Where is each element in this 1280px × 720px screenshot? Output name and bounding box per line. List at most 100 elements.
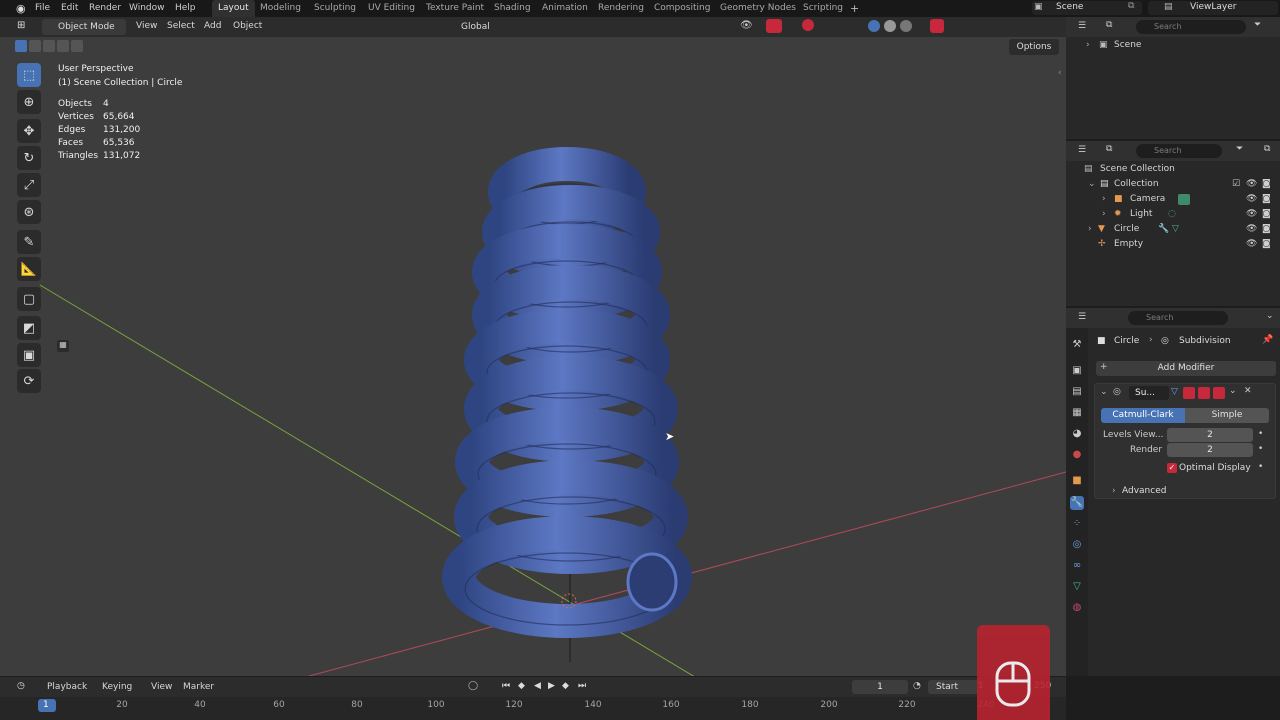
start-frame-field[interactable]: Start	[928, 680, 983, 694]
filter-icon[interactable]: ⏷	[1236, 144, 1243, 154]
prev-keyframe-icon[interactable]: ◆	[518, 681, 525, 691]
collapse-arrow-icon[interactable]: ⌄	[1088, 177, 1096, 192]
inset-tool[interactable]: ▣	[17, 343, 41, 367]
orientation-dropdown[interactable]: Global	[443, 19, 503, 35]
material-tab-icon[interactable]: ◍	[1070, 601, 1084, 615]
menu-render[interactable]: Render	[89, 3, 121, 13]
overlay-toggle-icon[interactable]	[802, 19, 814, 31]
add-modifier-button[interactable]: + Add Modifier	[1096, 361, 1276, 376]
properties-search[interactable]: Search	[1128, 311, 1228, 325]
camera-view-icon[interactable]: ▦	[57, 340, 69, 352]
tab-shading[interactable]: Shading	[488, 0, 537, 17]
menu-object[interactable]: Object	[233, 21, 262, 31]
menu-help[interactable]: Help	[175, 3, 196, 13]
world-tab-icon[interactable]: ●	[1070, 448, 1084, 462]
modifier-tab-icon[interactable]: 🔧	[1070, 496, 1084, 510]
jump-start-icon[interactable]: ⏮	[502, 681, 510, 691]
display-mode-icon[interactable]: ⧉	[1106, 20, 1112, 30]
expand-arrow-icon[interactable]: ›	[1112, 486, 1116, 496]
scene-tab-icon[interactable]: ◕	[1070, 427, 1084, 441]
optimal-display-checkbox[interactable]: ✓	[1167, 463, 1177, 473]
camera-render-icon[interactable]: ◙	[1262, 222, 1271, 237]
tab-compositing[interactable]: Compositing	[648, 0, 716, 17]
view-layer-tab-icon[interactable]: ▦	[1070, 406, 1084, 420]
cursor-tool[interactable]: ⊕	[17, 90, 41, 114]
tab-uv-editing[interactable]: UV Editing	[362, 0, 421, 17]
add-workspace-icon[interactable]: +	[850, 2, 859, 15]
levels-viewport-field[interactable]: 2	[1167, 428, 1253, 442]
select-intersect-icon[interactable]	[71, 40, 83, 52]
tree-row-light[interactable]: › ✹ Light ◌ 👁 ◙	[1066, 207, 1280, 222]
particles-tab-icon[interactable]: ⁘	[1070, 517, 1084, 531]
outliner-small-search[interactable]: Search	[1136, 20, 1246, 34]
filter-icon[interactable]: ⏷	[1254, 20, 1261, 30]
editor-type-icon[interactable]: ⊞	[17, 20, 25, 31]
tree-row-circle[interactable]: › ▼ Circle 🔧 ▽ 👁 ◙	[1066, 222, 1280, 237]
display-mode-icon[interactable]: ⧉	[1106, 144, 1112, 154]
spin-tool[interactable]: ⟳	[17, 369, 41, 393]
expand-arrow-icon[interactable]: ›	[1086, 38, 1090, 53]
menu-marker[interactable]: Marker	[183, 682, 214, 692]
keyframe-dot-icon[interactable]: •	[1258, 444, 1263, 454]
camera-render-icon[interactable]: ◙	[1262, 192, 1271, 207]
menu-view[interactable]: View	[151, 682, 172, 692]
stopwatch-icon[interactable]: ◔	[913, 681, 921, 691]
tab-layout[interactable]: Layout	[212, 0, 255, 17]
eye-icon[interactable]: 👁	[1246, 207, 1257, 222]
tool-tab-icon[interactable]: ⚒	[1070, 338, 1084, 352]
editor-type-icon[interactable]: ☰	[1078, 145, 1086, 155]
menu-edit[interactable]: Edit	[61, 3, 78, 13]
select-box-tool[interactable]: ⬚	[17, 63, 41, 87]
auto-keying-icon[interactable]: ◯	[468, 681, 478, 691]
menu-playback[interactable]: Playback	[47, 682, 87, 692]
rotate-tool[interactable]: ↻	[17, 146, 41, 170]
mode-dropdown[interactable]: Object Mode	[42, 19, 126, 35]
add-cube-tool[interactable]: ▢	[17, 287, 41, 311]
play-reverse-icon[interactable]: ◀	[534, 681, 541, 691]
sidebar-toggle-icon[interactable]: ‹	[1058, 68, 1062, 78]
data-tab-icon[interactable]: ▽	[1070, 580, 1084, 594]
close-icon[interactable]: ✕	[1244, 386, 1252, 396]
select-new-icon[interactable]	[15, 40, 27, 52]
tab-scripting[interactable]: Scripting	[797, 0, 849, 17]
show-viewport-icon[interactable]	[1198, 387, 1210, 399]
blender-logo-icon[interactable]: ◉	[16, 2, 26, 15]
output-tab-icon[interactable]: ▤	[1070, 385, 1084, 399]
select-extend-icon[interactable]	[29, 40, 41, 52]
expand-arrow-icon[interactable]: ›	[1102, 192, 1106, 207]
scale-tool[interactable]: ⤢	[17, 173, 41, 197]
select-invert-icon[interactable]	[57, 40, 69, 52]
editor-type-icon[interactable]: ◷	[17, 681, 25, 691]
jump-end-icon[interactable]: ⏭	[578, 681, 586, 691]
new-collection-icon[interactable]: ⧉	[1264, 144, 1270, 154]
tree-row-empty[interactable]: ✢ Empty 👁 ◙	[1066, 237, 1280, 252]
options-dropdown[interactable]: Options	[1009, 39, 1059, 55]
measure-tool[interactable]: 📐	[17, 257, 41, 281]
camera-render-icon[interactable]: ◙	[1262, 237, 1271, 252]
editor-type-icon[interactable]: ☰	[1078, 21, 1086, 31]
keyframe-dot-icon[interactable]: •	[1258, 462, 1263, 472]
expand-arrow-icon[interactable]: ›	[1088, 222, 1092, 237]
camera-render-icon[interactable]: ◙	[1262, 207, 1271, 222]
object-tab-icon[interactable]: ■	[1070, 474, 1084, 488]
tab-sculpting[interactable]: Sculpting	[308, 0, 362, 17]
view-layer-selector[interactable]: ▤ ViewLayer	[1148, 1, 1278, 15]
playhead[interactable]: 1	[38, 699, 56, 712]
keyframe-dot-icon[interactable]: •	[1258, 429, 1263, 439]
current-frame-field[interactable]: 1	[852, 680, 908, 694]
annotate-tool[interactable]: ✎	[17, 230, 41, 254]
shear-tool[interactable]: ◩	[17, 316, 41, 340]
transform-tool[interactable]: ⊛	[17, 200, 41, 224]
tab-texture-paint[interactable]: Texture Paint	[420, 0, 490, 17]
tree-row-collection[interactable]: ⌄ ▤ Collection ☑ 👁 ◙	[1066, 177, 1280, 192]
advanced-subpanel[interactable]: Advanced	[1122, 486, 1166, 496]
play-icon[interactable]: ▶	[548, 681, 555, 691]
select-subtract-icon[interactable]	[43, 40, 55, 52]
collapse-arrow-icon[interactable]: ⌄	[1100, 387, 1108, 397]
gizmo-toggle-icon[interactable]	[766, 19, 782, 33]
solid-shading-icon[interactable]	[868, 20, 880, 32]
editor-type-icon[interactable]: ☰	[1078, 312, 1086, 322]
tab-animation[interactable]: Animation	[536, 0, 594, 17]
eye-icon[interactable]: 👁	[1246, 177, 1257, 192]
checkbox-icon[interactable]: ☑	[1232, 177, 1240, 192]
